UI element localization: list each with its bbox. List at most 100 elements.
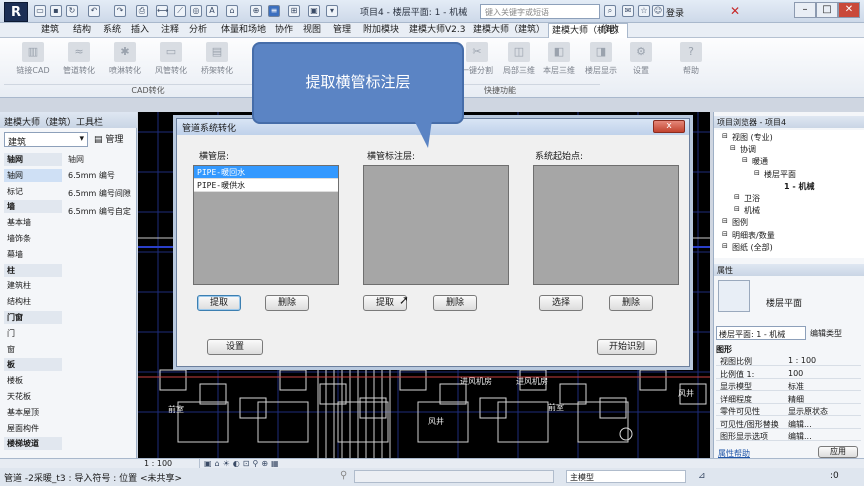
tree-expander-icon[interactable]: ⊟ [730,144,736,152]
design-option-select[interactable]: 主模型 [566,470,686,483]
tab-12[interactable]: 建模大师（建筑） [470,23,548,38]
close-windows-icon[interactable]: ⊞ [288,5,300,17]
dialog-close-button[interactable]: x [653,120,685,133]
settings-button[interactable]: 设置 [207,339,263,355]
category-item[interactable]: 基本屋顶 [4,406,62,419]
manage-button[interactable]: ▤ 管理 [94,132,123,145]
sync-icon[interactable]: ↻ [66,5,78,17]
category-header[interactable]: 门窗 [4,311,62,324]
subtype-item[interactable]: 6.5mm 编号自定 [68,206,131,217]
tab-4[interactable]: 注释 [158,23,182,38]
view-selector[interactable]: 楼层平面: 1 - 机械 [716,326,806,340]
delete-pipe-layer-button[interactable]: 删除 [265,295,309,311]
tree-expander-icon[interactable]: ⊟ [722,230,728,238]
ribbon-button-8[interactable]: ◧ 本层三维 [538,42,580,80]
text-icon[interactable]: A [206,5,218,17]
category-item[interactable]: 墙饰条 [4,232,62,245]
tab-9[interactable]: 管理 [330,23,354,38]
tab-5[interactable]: 分析 [186,23,210,38]
category-item[interactable]: 门 [4,327,62,340]
tree-expander-icon[interactable]: ⊟ [754,169,760,177]
start-recognition-button[interactable]: 开始识别 [597,339,657,355]
category-item[interactable]: 基本墙 [4,216,62,229]
property-value[interactable]: 编辑... [788,431,812,442]
property-value[interactable]: 精细 [788,394,804,405]
tab-3[interactable]: 插入 [128,23,152,38]
ribbon-button-10[interactable]: ⚙ 设置 [620,42,662,80]
category-header[interactable]: 轴网 [4,153,62,166]
property-value[interactable]: 编辑... [788,419,812,430]
category-item[interactable]: 幕墙 [4,248,62,261]
ribbon-button-4[interactable]: ▤ 桥架转化 [196,42,238,80]
browser-node[interactable]: 图例 [732,217,748,228]
tab-11[interactable]: 建模大师V2.3 [406,23,468,38]
browser-node[interactable]: 视图 (专业) [732,132,773,143]
browser-node[interactable]: 楼层平面 [764,169,796,180]
browser-node[interactable]: 机械 [744,205,760,216]
undo-icon[interactable]: ↶ [88,5,100,17]
category-item[interactable]: 楼板 [4,374,62,387]
communication-icon[interactable]: ☆ [638,5,650,17]
discipline-select[interactable]: 建筑 ▾ [4,132,88,148]
search-input[interactable]: 键入关键字或短语 [480,4,600,19]
browser-node[interactable]: 暖通 [752,156,768,167]
category-header[interactable]: 墙 [4,200,62,214]
workset-icon[interactable]: ⚲ [340,470,347,481]
delete-tag-layer-button[interactable]: 删除 [433,295,477,311]
tag-icon[interactable]: ◎ [190,5,202,17]
category-item[interactable]: 标记 [4,185,62,198]
save-icon[interactable]: ▪ [50,5,62,17]
tree-expander-icon[interactable]: ⊟ [734,193,740,201]
tab-1[interactable]: 结构 [70,23,94,38]
tab-7[interactable]: 协作 [272,23,296,38]
system-start-list[interactable] [533,165,679,285]
browser-node[interactable]: 1 - 机械 [784,181,814,192]
thin-lines-icon[interactable]: ≡ [268,5,280,17]
user-icon[interactable]: ☺ [652,5,664,17]
view-control-icons[interactable]: ▣⌂☀◐⊡⚲⊕▦ [204,459,282,468]
browser-node[interactable]: 协调 [740,144,756,155]
subscription-icon[interactable]: ✉ [622,5,634,17]
property-value[interactable]: 显示原状态 [788,406,828,417]
workset-select[interactable] [354,470,554,483]
3d-view-icon[interactable]: ⌂ [226,5,238,17]
category-item[interactable]: 轴网 [4,168,62,182]
property-value[interactable]: 1 : 100 [788,356,816,365]
measure-icon[interactable]: ⟷ [156,5,168,17]
app-menu-button[interactable]: R [4,2,28,22]
ribbon-button-2[interactable]: ✱ 喷淋转化 [104,42,146,80]
property-value[interactable]: 标准 [788,381,804,392]
category-item[interactable]: 屋面构件 [4,422,62,435]
tree-expander-icon[interactable]: ⊟ [734,205,740,213]
tree-expander-icon[interactable]: ⊟ [722,132,728,140]
subtype-item[interactable]: 6.5mm 编号 [68,170,115,181]
print-icon[interactable]: ⎙ [136,5,148,17]
tab-14[interactable]: 修改 [598,23,622,38]
pipe-tag-layer-list[interactable] [363,165,509,285]
property-value[interactable]: 100 [788,369,803,378]
ribbon-button-1[interactable]: ≈ 管道转化 [58,42,100,80]
view-scale[interactable]: 1 : 100 [140,459,200,468]
edit-type-button[interactable]: 编辑类型 [810,328,842,339]
category-item[interactable]: 结构柱 [4,295,62,308]
apply-button[interactable]: 应用 [818,446,858,458]
pipe-layer-item[interactable]: PIPE-暖供水 [194,179,338,192]
extract-pipe-layer-button[interactable]: 提取 [197,295,241,311]
delete-start-point-button[interactable]: 删除 [609,295,653,311]
subtype-item[interactable]: 6.5mm 编号间隙 [68,188,131,199]
customize-icon[interactable]: ▾ [326,5,338,17]
search-icon[interactable]: ⌕ [604,5,616,17]
switch-windows-icon[interactable]: ▣ [308,5,320,17]
category-header[interactable]: 楼梯坡道 [4,437,62,451]
tab-2[interactable]: 系统 [100,23,124,38]
maximize-button[interactable]: □ [816,2,838,18]
dimension-icon[interactable]: ⟋ [174,5,186,17]
browser-node[interactable]: 明细表/数量 [732,230,775,241]
tab-10[interactable]: 附加模块 [360,23,402,38]
category-item[interactable]: 窗 [4,343,62,356]
ribbon-button-9[interactable]: ◨ 楼层显示 [580,42,622,80]
category-item[interactable]: 建筑柱 [4,279,62,292]
section-icon[interactable]: ⊕ [250,5,262,17]
browser-node[interactable]: 图纸 (全部) [732,242,773,253]
open-icon[interactable]: ▭ [34,5,46,17]
